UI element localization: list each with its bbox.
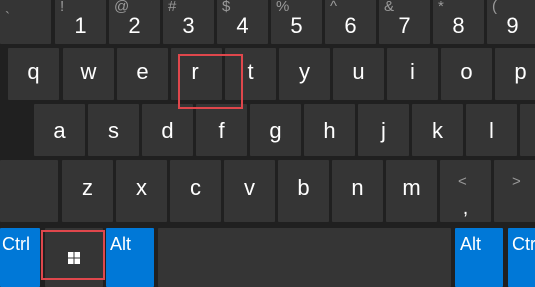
key-h-label: h <box>323 118 336 143</box>
key-d[interactable]: d <box>142 104 193 156</box>
key-u[interactable]: u <box>333 48 384 100</box>
key-ctrl-left-label: Ctrl <box>2 234 30 254</box>
windows-logo-icon <box>68 251 80 264</box>
key-9-shift-label: ( <box>492 0 497 15</box>
key-m-label: m <box>402 175 421 200</box>
key-z[interactable]: z <box>62 160 113 222</box>
key-c-label: c <box>190 175 201 200</box>
key-4[interactable]: $ 4 <box>217 0 268 44</box>
key-ctrl-left[interactable]: Ctrl <box>0 228 40 287</box>
key-6[interactable]: ^ 6 <box>325 0 376 44</box>
key-alt-left-label: Alt <box>110 234 132 254</box>
key-6-shift-label: ^ <box>330 0 338 15</box>
key-ctrl-right-label: Ctrl <box>512 234 535 254</box>
key-s[interactable]: s <box>88 104 139 156</box>
key-3[interactable]: # 3 <box>163 0 214 44</box>
key-u-label: u <box>352 59 365 84</box>
key-1[interactable]: ! 1 <box>55 0 106 44</box>
key-g[interactable]: g <box>250 104 301 156</box>
key-b[interactable]: b <box>278 160 329 222</box>
key-8-label: 8 <box>452 13 465 38</box>
key-ctrl-right[interactable]: Ctrl <box>508 228 535 287</box>
key-r[interactable]: r <box>171 48 222 100</box>
key-r-label: r <box>191 59 199 84</box>
key-g-label: g <box>269 118 282 143</box>
key-n-label: n <box>351 175 364 200</box>
key-i[interactable]: i <box>387 48 438 100</box>
key-7[interactable]: & 7 <box>379 0 430 44</box>
key-t-label: t <box>247 59 254 84</box>
key-6-label: 6 <box>344 13 357 38</box>
key-o[interactable]: o <box>441 48 492 100</box>
key-1-shift-label: ! <box>60 0 65 15</box>
key-c[interactable]: c <box>170 160 221 222</box>
key-l[interactable]: l <box>466 104 517 156</box>
key-comma-shift-label: < <box>458 173 467 190</box>
key-z-label: z <box>82 175 93 200</box>
key-3-label: 3 <box>182 13 195 38</box>
key-5[interactable]: % 5 <box>271 0 322 44</box>
key-4-label: 4 <box>236 13 249 38</box>
key-9-label: 9 <box>506 13 519 38</box>
key-backtick[interactable]: ` <box>0 0 51 44</box>
key-7-shift-label: & <box>384 0 395 15</box>
key-5-shift-label: % <box>276 0 290 15</box>
key-k-label: k <box>432 118 443 143</box>
key-2[interactable]: @ 2 <box>109 0 160 44</box>
key-semicolon[interactable] <box>520 104 535 156</box>
key-d-label: d <box>161 118 174 143</box>
key-7-label: 7 <box>398 13 411 38</box>
key-8-shift-label: * <box>438 0 444 15</box>
key-period[interactable]: > <box>494 160 535 222</box>
key-period-shift-label: > <box>512 173 521 190</box>
key-3-shift-label: # <box>168 0 177 15</box>
key-4-shift-label: $ <box>222 0 231 15</box>
key-2-label: 2 <box>128 13 141 38</box>
key-j[interactable]: j <box>358 104 409 156</box>
key-e[interactable]: e <box>117 48 168 100</box>
key-b-label: b <box>297 175 310 200</box>
key-i-label: i <box>410 59 415 84</box>
key-l-label: l <box>489 118 494 143</box>
key-comma-label: , <box>462 197 469 219</box>
key-v-label: v <box>244 175 255 200</box>
key-alt-right[interactable]: Alt <box>455 228 503 287</box>
key-v[interactable]: v <box>224 160 275 222</box>
key-e-label: e <box>136 59 149 84</box>
key-comma[interactable]: < , <box>440 160 491 222</box>
key-1-label: 1 <box>74 13 87 38</box>
key-y-label: y <box>299 59 310 84</box>
key-w-label: w <box>80 59 97 84</box>
key-2-shift-label: @ <box>114 0 130 15</box>
key-k[interactable]: k <box>412 104 463 156</box>
key-windows[interactable] <box>45 228 103 287</box>
key-a[interactable]: a <box>34 104 85 156</box>
key-left-shift[interactable] <box>0 160 58 222</box>
key-h[interactable]: h <box>304 104 355 156</box>
key-alt-right-label: Alt <box>460 234 482 254</box>
key-q[interactable]: q <box>8 48 59 100</box>
key-f-label: f <box>218 118 225 143</box>
key-o-label: o <box>460 59 473 84</box>
key-5-label: 5 <box>290 13 303 38</box>
key-t[interactable]: t <box>225 48 276 100</box>
key-j-label: j <box>381 118 386 143</box>
key-q-label: q <box>27 59 40 84</box>
key-n[interactable]: n <box>332 160 383 222</box>
key-f[interactable]: f <box>196 104 247 156</box>
key-x[interactable]: x <box>116 160 167 222</box>
key-m[interactable]: m <box>386 160 437 222</box>
key-x-label: x <box>136 175 147 200</box>
key-backtick-shift-label: ` <box>5 9 10 26</box>
key-alt-left[interactable]: Alt <box>106 228 154 287</box>
key-9[interactable]: ( 9 <box>487 0 535 44</box>
key-space[interactable] <box>158 228 451 287</box>
key-s-label: s <box>108 118 119 143</box>
key-a-label: a <box>53 118 66 143</box>
key-p[interactable]: p <box>495 48 535 100</box>
key-w[interactable]: w <box>63 48 114 100</box>
key-p-label: p <box>514 59 527 84</box>
key-8[interactable]: * 8 <box>433 0 484 44</box>
key-y[interactable]: y <box>279 48 330 100</box>
